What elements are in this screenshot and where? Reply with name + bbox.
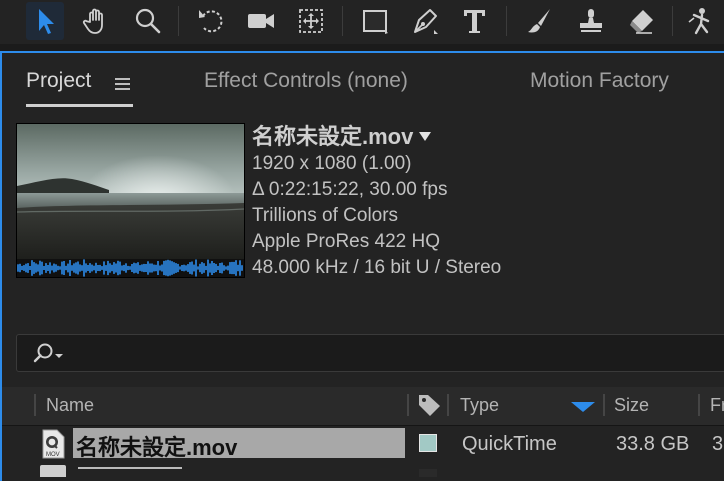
column-header-size[interactable]: Size: [614, 395, 649, 416]
row-name[interactable]: 名称未設定.mov: [76, 430, 237, 462]
rotate-icon: [199, 10, 223, 33]
row-type: QuickTime: [462, 433, 557, 455]
tab-effect-controls[interactable]: Effect Controls (none): [204, 69, 408, 93]
column-separator[interactable]: [603, 394, 605, 416]
column-header-frame-rate[interactable]: Fr: [710, 395, 724, 416]
footage-resolution: 1920 x 1080 (1.00): [252, 153, 412, 174]
pan-behind-tool-button[interactable]: [292, 2, 330, 40]
footage-duration: Δ 0:22:15:22, 30.00 fps: [252, 179, 448, 200]
label-color-swatch[interactable]: [419, 434, 437, 452]
pen-icon: [414, 9, 438, 34]
row-frame-rate: 3: [712, 433, 724, 455]
clone-stamp-tool-button[interactable]: [572, 2, 610, 40]
column-header-name[interactable]: Name: [46, 395, 94, 416]
panel-menu-icon[interactable]: [115, 78, 130, 91]
search-icon[interactable]: [31, 342, 65, 366]
eraser-tool-button[interactable]: [622, 2, 660, 40]
camera-tool-button[interactable]: [242, 2, 280, 40]
brush-tool-button[interactable]: [520, 2, 558, 40]
eraser-icon: [630, 10, 653, 34]
type-tool-button[interactable]: [456, 2, 494, 40]
brush-icon: [528, 9, 550, 33]
rotation-tool-button[interactable]: [192, 2, 230, 40]
rectangle-icon: [363, 10, 388, 34]
footage-thumbnail: [16, 123, 245, 278]
type-icon: [464, 10, 485, 33]
stamp-icon: [580, 9, 602, 32]
search-input[interactable]: [67, 339, 711, 369]
project-search-field[interactable]: [16, 334, 724, 372]
row-name-clipped: [78, 467, 182, 473]
rectangle-tool-button[interactable]: [356, 2, 394, 40]
column-separator[interactable]: [407, 394, 409, 416]
project-panel: Project Effect Controls (none) Motion Fa…: [0, 51, 724, 481]
hand-icon: [82, 8, 103, 34]
tab-motion-factory[interactable]: Motion Factory: [530, 69, 669, 93]
camera-icon: [248, 14, 274, 28]
label-tag-icon[interactable]: [416, 393, 442, 417]
panel-tabs: Project Effect Controls (none) Motion Fa…: [2, 53, 724, 109]
toolbar-separator: [342, 6, 343, 36]
caret-down-icon[interactable]: [419, 131, 432, 141]
quicktime-file-icon: MOV: [42, 429, 65, 459]
toolbar-separator: [506, 6, 507, 36]
hand-tool-button[interactable]: [78, 2, 116, 40]
sort-descending-icon[interactable]: [570, 401, 596, 413]
footage-title-text: 名称未設定.mov: [252, 124, 414, 149]
column-separator[interactable]: [698, 394, 700, 416]
footage-color-depth: Trillions of Colors: [252, 205, 399, 226]
table-row[interactable]: [2, 463, 724, 477]
puppet-tool-button[interactable]: [682, 2, 720, 40]
svg-text:MOV: MOV: [46, 452, 60, 458]
label-color-swatch[interactable]: [419, 469, 437, 477]
footage-codec: Apple ProRes 422 HQ: [252, 231, 440, 252]
pen-tool-button[interactable]: [406, 2, 444, 40]
arrow-cursor-icon: [39, 9, 54, 34]
selection-tool-button[interactable]: [26, 2, 64, 40]
table-header: Name Type Size Fr: [2, 387, 724, 426]
pan-behind-icon: [299, 9, 323, 33]
magnifier-icon: [135, 8, 161, 34]
tab-project[interactable]: Project: [26, 69, 91, 93]
zoom-tool-button[interactable]: [128, 2, 166, 40]
beach-preview-image: [17, 124, 244, 277]
active-tab-underline: [26, 104, 133, 107]
column-separator[interactable]: [34, 394, 36, 416]
folder-icon: [40, 465, 66, 477]
toolbar-separator: [178, 6, 179, 36]
column-separator[interactable]: [447, 394, 449, 416]
footage-info: 名称未設定.mov 1920 x 1080 (1.00) Δ 0:22:15:2…: [252, 119, 501, 281]
table-row[interactable]: MOV 名称未設定.mov QuickTime 33.8 GB 3: [2, 426, 724, 462]
footage-title[interactable]: 名称未設定.mov: [252, 119, 501, 151]
puppet-icon: [688, 8, 710, 35]
column-header-type[interactable]: Type: [460, 395, 499, 416]
footage-audio: 48.000 kHz / 16 bit U / Stereo: [252, 257, 502, 278]
tools-toolbar: [0, 0, 724, 44]
toolbar-separator: [672, 6, 673, 36]
row-size: 33.8 GB: [616, 433, 690, 455]
